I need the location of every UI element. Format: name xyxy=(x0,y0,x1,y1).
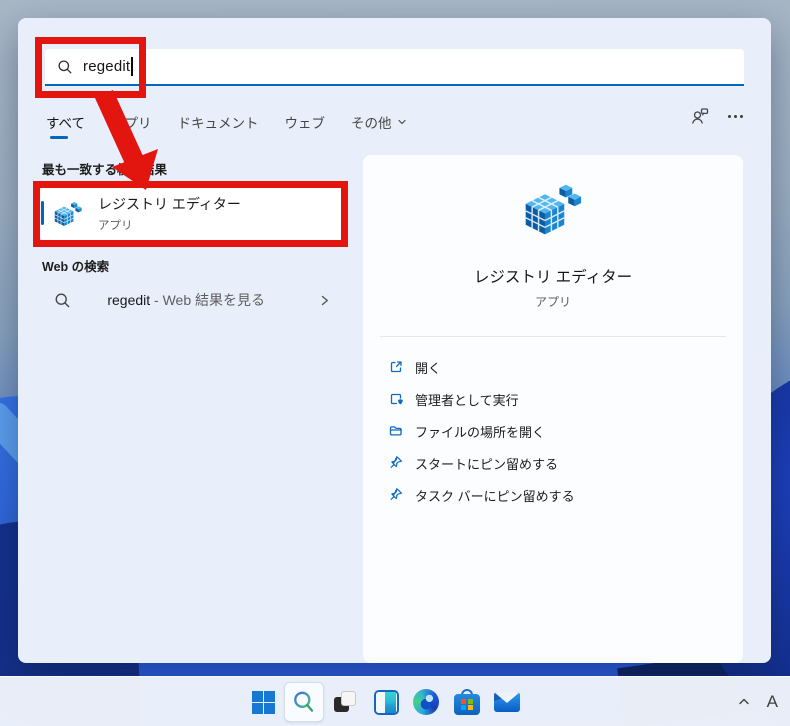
edge-icon xyxy=(413,689,439,715)
chevron-down-icon xyxy=(397,119,406,125)
taskbar: A xyxy=(0,676,790,726)
web-search-result[interactable]: regedit - Web 結果を見る xyxy=(40,280,343,320)
ime-indicator[interactable]: A xyxy=(767,692,778,712)
edge-button[interactable] xyxy=(406,682,446,722)
action-open-file-location[interactable]: ファイルの場所を開く xyxy=(363,415,743,447)
action-pin-to-taskbar[interactable]: タスク バーにピン留めする xyxy=(363,479,743,511)
folder-icon xyxy=(389,426,403,436)
chevron-up-icon[interactable] xyxy=(737,695,751,709)
best-match-header: 最も一致する検索結果 xyxy=(42,163,168,177)
tab-all[interactable]: すべて xyxy=(46,112,85,132)
windows-logo-icon xyxy=(251,690,275,714)
selection-indicator xyxy=(41,201,44,225)
mail-icon xyxy=(494,692,520,712)
selected-tab-indicator xyxy=(50,136,68,139)
start-button[interactable] xyxy=(243,682,283,722)
mail-button[interactable] xyxy=(487,682,527,722)
web-query: regedit xyxy=(107,292,151,308)
open-icon xyxy=(390,361,402,373)
action-open[interactable]: 開く xyxy=(363,351,743,383)
action-label: ファイルの場所を開く xyxy=(415,424,546,440)
search-filter-tabs: すべて アプリ ドキュメント ウェブ その他 xyxy=(46,112,407,132)
result-detail-card: レジストリ エディター アプリ 開く 管理者として実行 ファイルの場所を開く ス… xyxy=(363,155,743,663)
store-button[interactable] xyxy=(447,682,487,722)
tab-documents[interactable]: ドキュメント xyxy=(178,112,259,132)
search-icon xyxy=(57,59,73,75)
action-label: タスク バーにピン留めする xyxy=(415,488,575,504)
widgets-icon xyxy=(373,689,399,715)
chevron-right-icon xyxy=(321,295,328,305)
search-icon xyxy=(54,292,71,309)
pin-start-icon xyxy=(390,456,402,468)
panel-top-icons xyxy=(690,106,743,126)
best-match-result[interactable]: レジストリ エディター アプリ xyxy=(40,187,343,240)
search-icon xyxy=(294,691,314,712)
web-search-header: Web の検索 xyxy=(42,260,110,274)
task-view-button[interactable] xyxy=(326,682,366,722)
search-query-text: regedit xyxy=(83,58,131,75)
action-label: 開く xyxy=(415,360,442,376)
pin-taskbar-icon xyxy=(390,488,402,500)
task-view-icon xyxy=(333,689,359,715)
search-flyout-panel: レジストリ エディター アプリ 開く 管理者として実行 ファイルの場所を開く ス… xyxy=(18,18,771,663)
run-as-admin-icon xyxy=(390,393,403,405)
detail-app-title: レジストリ エディター xyxy=(473,269,633,286)
search-input[interactable]: regedit xyxy=(45,49,744,86)
divider xyxy=(380,336,726,337)
action-label: 管理者として実行 xyxy=(415,392,519,408)
tab-apps[interactable]: アプリ xyxy=(111,112,152,132)
action-run-as-admin[interactable]: 管理者として実行 xyxy=(363,383,743,415)
result-subtitle: アプリ xyxy=(98,220,133,232)
web-suffix: - Web 結果を見る xyxy=(150,292,266,308)
action-label: スタートにピン留めする xyxy=(415,456,559,472)
detail-app-subtitle: アプリ xyxy=(534,295,571,309)
action-pin-to-start[interactable]: スタートにピン留めする xyxy=(363,447,743,479)
registry-editor-icon xyxy=(54,201,82,227)
result-title: レジストリ エディター xyxy=(98,196,241,212)
user-feedback-icon[interactable] xyxy=(690,106,710,126)
more-options-icon[interactable] xyxy=(728,106,743,126)
store-icon xyxy=(454,689,480,715)
tab-web[interactable]: ウェブ xyxy=(285,112,326,132)
widgets-button[interactable] xyxy=(366,682,406,722)
registry-editor-icon xyxy=(524,183,582,236)
taskbar-search-button[interactable] xyxy=(284,682,324,722)
tab-more[interactable]: その他 xyxy=(351,112,407,132)
text-caret xyxy=(131,57,133,76)
